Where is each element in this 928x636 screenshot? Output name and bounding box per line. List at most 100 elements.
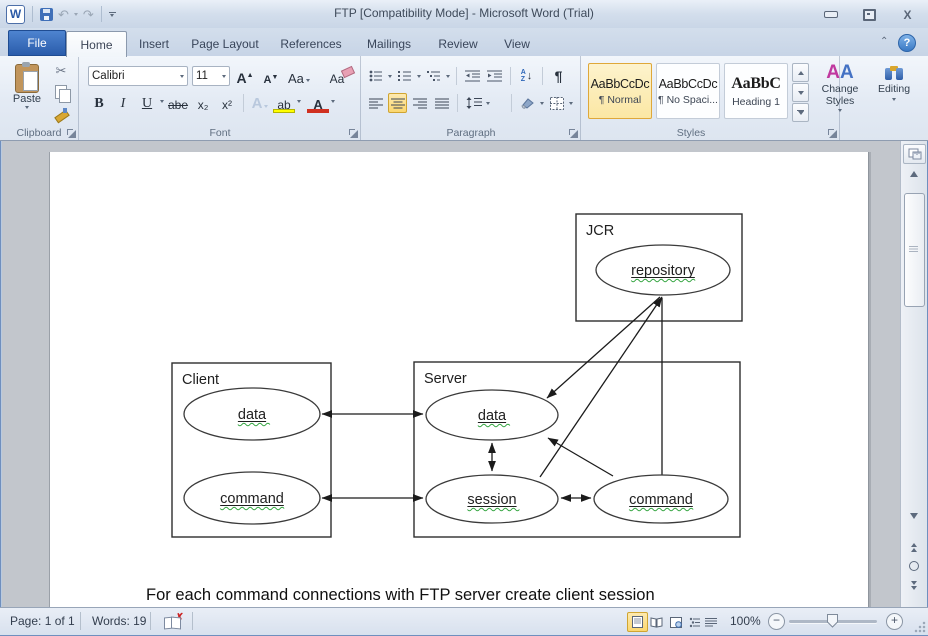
web-layout-view-button[interactable] — [665, 612, 686, 632]
font-color-dropdown-icon[interactable] — [331, 100, 335, 103]
change-case-button[interactable]: Aa — [286, 67, 312, 86]
style-heading1[interactable]: AaBbC Heading 1 — [724, 63, 788, 119]
tab-insert[interactable]: Insert — [128, 31, 180, 56]
numbering-dropdown-icon[interactable] — [417, 75, 421, 78]
copy-button[interactable] — [50, 83, 72, 101]
change-styles-button[interactable]: AA Change Styles — [817, 63, 863, 112]
styles-dialog-launcher[interactable] — [827, 128, 837, 138]
format-painter-button[interactable] — [50, 104, 72, 122]
show-hide-pilcrow-button[interactable]: ¶ — [549, 66, 568, 86]
align-center-button[interactable] — [388, 93, 407, 113]
font-size-value: 11 — [196, 70, 208, 82]
align-right-button[interactable] — [410, 93, 429, 113]
multilevel-dropdown-icon[interactable] — [446, 75, 450, 78]
page-indicator[interactable]: Page: 1 of 1 — [2, 608, 83, 634]
paste-button[interactable]: Paste — [5, 61, 49, 127]
sort-button[interactable]: AZ ↓ — [517, 66, 536, 86]
clipboard-dialog-launcher[interactable] — [66, 128, 76, 138]
superscript-button[interactable]: x² — [216, 93, 238, 112]
word-count[interactable]: Words: 19 — [84, 608, 154, 634]
line-spacing-dropdown-icon[interactable] — [486, 102, 490, 105]
style-normal[interactable]: AaBbCcDc ¶ Normal — [588, 63, 652, 119]
borders-icon — [550, 97, 564, 110]
font-dialog-launcher[interactable] — [348, 128, 358, 138]
cut-button[interactable]: ✂ — [50, 62, 72, 80]
zoom-out-button[interactable]: − — [768, 612, 785, 630]
select-browse-object-button[interactable] — [903, 559, 924, 573]
tab-page-layout[interactable]: Page Layout — [182, 31, 268, 56]
multilevel-list-button[interactable] — [424, 66, 443, 86]
clear-formatting-button[interactable]: Aa — [326, 67, 348, 86]
previous-page-button[interactable] — [903, 539, 924, 555]
bullets-dropdown-icon[interactable] — [388, 75, 392, 78]
restore-button[interactable] — [858, 7, 880, 22]
paragraph-dialog-launcher[interactable] — [568, 128, 578, 138]
zoom-level[interactable]: 100% — [722, 608, 769, 634]
borders-button[interactable] — [547, 93, 566, 113]
zoom-out-icon: − — [768, 613, 785, 630]
borders-dropdown-icon[interactable] — [569, 102, 573, 105]
scrollbar-thumb[interactable] — [904, 193, 925, 307]
line-spacing-button[interactable] — [464, 93, 483, 113]
align-left-button[interactable] — [366, 93, 385, 113]
outline-view-icon — [689, 617, 701, 628]
print-layout-view-button[interactable] — [627, 612, 648, 632]
document-page[interactable] — [49, 152, 869, 607]
scroll-down-button[interactable] — [903, 509, 924, 523]
shading-button[interactable] — [518, 93, 537, 113]
style-name: ¶ No Spaci... — [658, 94, 718, 106]
resize-grip[interactable] — [914, 621, 926, 633]
next-page-button[interactable] — [903, 577, 924, 593]
fullscreen-reading-view-button[interactable] — [646, 612, 667, 632]
minimize-button[interactable] — [820, 7, 842, 22]
multilevel-list-icon — [427, 70, 441, 82]
close-button[interactable]: X — [896, 7, 918, 22]
italic-button[interactable]: I — [112, 93, 134, 112]
style-no-spacing[interactable]: AaBbCcDc ¶ No Spaci... — [656, 63, 720, 119]
highlight-button[interactable]: ab — [273, 93, 295, 112]
highlight-dropdown-icon[interactable] — [297, 100, 301, 103]
document-area: For each command connections with FTP se… — [2, 141, 900, 607]
decrease-indent-button[interactable] — [463, 66, 482, 86]
styles-gallery-more-button[interactable] — [792, 103, 809, 122]
document-sentence[interactable]: For each command connections with FTP se… — [146, 586, 655, 605]
shading-dropdown-icon[interactable] — [540, 102, 544, 105]
tab-review[interactable]: Review — [428, 31, 488, 56]
zoom-in-button[interactable]: + — [886, 612, 903, 630]
underline-dropdown-icon[interactable] — [160, 100, 164, 103]
collapse-ribbon-icon[interactable]: ⌃ — [880, 36, 892, 48]
font-color-button[interactable]: A — [307, 93, 329, 112]
zoom-slider-handle[interactable] — [827, 614, 838, 628]
underline-button[interactable]: U — [136, 93, 158, 112]
font-color-bar — [307, 109, 329, 113]
tab-home[interactable]: Home — [66, 31, 127, 57]
styles-scroll-up-button[interactable] — [792, 63, 809, 82]
ruler-toggle-button[interactable] — [903, 144, 926, 164]
style-name: Heading 1 — [732, 96, 780, 108]
editing-button[interactable]: Editing — [872, 64, 916, 101]
scroll-up-button[interactable] — [903, 167, 924, 181]
eraser-icon — [341, 65, 355, 77]
font-size-combobox[interactable]: 11 — [192, 66, 230, 86]
bold-button[interactable]: B — [88, 93, 110, 112]
text-effects-button[interactable]: A — [249, 93, 271, 112]
strikethrough-button[interactable]: abe — [166, 93, 190, 112]
tab-mailings[interactable]: Mailings — [354, 31, 424, 56]
numbering-button[interactable] — [395, 66, 414, 86]
draft-view-button[interactable] — [700, 612, 721, 632]
font-name-combobox[interactable]: Calibri — [88, 66, 188, 86]
spellcheck-book-icon: ✗ — [164, 615, 181, 628]
tab-references[interactable]: References — [272, 31, 350, 56]
styles-scroll-down-button[interactable] — [792, 83, 809, 102]
subscript-button[interactable]: x₂ — [192, 93, 214, 112]
shrink-font-button[interactable]: A▼ — [260, 67, 282, 86]
help-button[interactable]: ? — [898, 34, 916, 52]
tab-view[interactable]: View — [492, 31, 542, 56]
increase-indent-button[interactable] — [485, 66, 504, 86]
justify-button[interactable] — [432, 93, 451, 113]
grow-font-button[interactable]: A▲ — [234, 67, 256, 86]
bullets-button[interactable] — [366, 66, 385, 86]
proofing-status-button[interactable]: ✗ — [156, 608, 189, 634]
scroll-up-icon — [910, 171, 918, 177]
tab-file[interactable]: File — [8, 30, 66, 56]
